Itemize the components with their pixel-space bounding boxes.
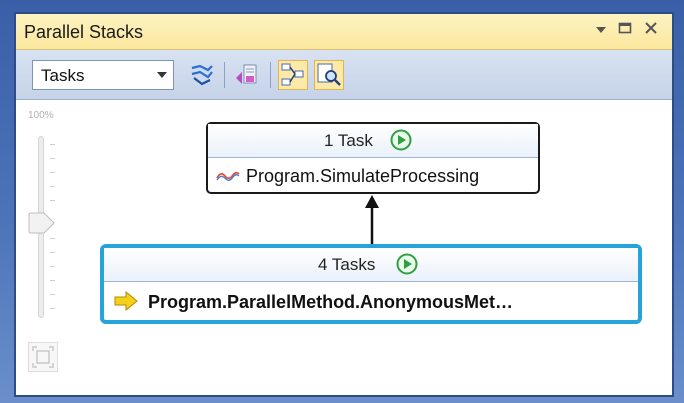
toggle-zoom-control-button[interactable] [314,60,344,90]
toggle-method-view-button[interactable] [186,60,216,90]
close-icon[interactable] [640,20,662,42]
wavy-method-icon [216,168,240,189]
view-select-dropdown[interactable]: Tasks [32,60,174,90]
stack-frame-header: 1 Task [208,124,538,158]
stacks-canvas[interactable]: 100% 1 Task Program.SimulateProcessing 4… [16,100,672,395]
window-menu-icon[interactable] [590,20,612,42]
window-title: Parallel Stacks [24,22,144,42]
chevron-down-icon [157,72,167,78]
toolbar-separator [224,62,225,88]
task-count-label: 1 Task [324,131,373,150]
stack-frame-row[interactable]: Program.SimulateProcessing [208,158,538,192]
current-frame-arrow-icon [114,290,138,317]
maximize-icon[interactable] [614,20,636,42]
toggle-zoom-control-icon [317,63,341,86]
show-external-code-button[interactable] [278,60,308,90]
show-external-code-icon [281,63,304,86]
stack-frame-4-tasks[interactable]: 4 Tasks Program.ParallelMethod.Anonymous… [100,244,642,324]
view-select-value: Tasks [41,66,85,85]
toolbar: Tasks [16,50,672,100]
parallel-stacks-window: Parallel Stacks Tasks 100% 1 Task Progra… [14,12,674,397]
toolbar-separator [270,62,271,88]
toggle-method-view-icon [191,64,213,86]
play-icon[interactable] [390,129,412,151]
stack-frame-1-task[interactable]: 1 Task Program.SimulateProcessing [206,122,540,194]
method-name: Program.SimulateProcessing [246,166,480,186]
method-name: Program.ParallelMethod.AnonymousMet… [148,292,514,312]
auto-scroll-button[interactable] [232,60,262,90]
task-count-label: 4 Tasks [318,255,376,274]
play-icon[interactable] [396,253,418,275]
auto-scroll-icon [236,64,257,84]
title-bar: Parallel Stacks [16,14,672,50]
stack-frame-header: 4 Tasks [104,248,638,282]
stack-frame-row[interactable]: Program.ParallelMethod.AnonymousMet… [104,282,638,320]
